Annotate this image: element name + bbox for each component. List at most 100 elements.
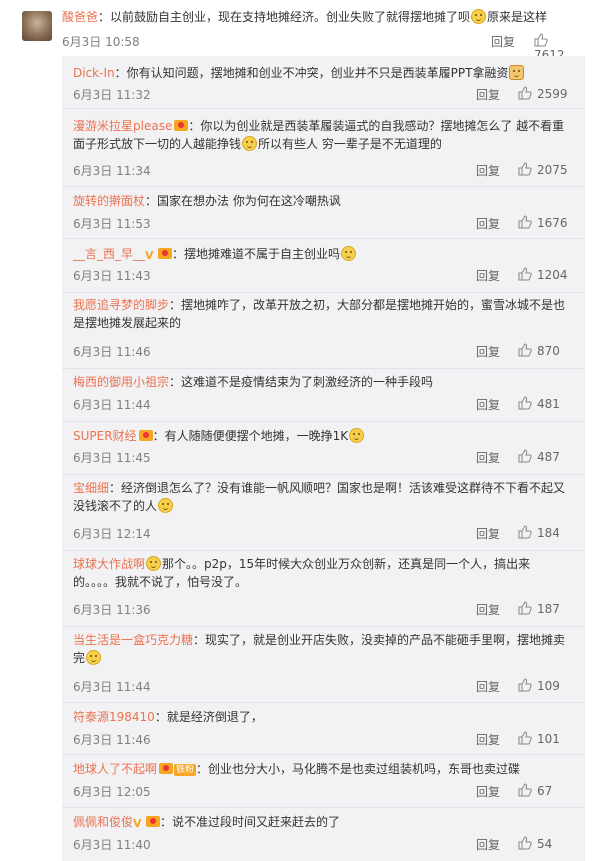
thumbs-up-icon (518, 162, 532, 176)
reply-meta: 6月3日 11:53 回复 1676 (73, 215, 578, 231)
username-link[interactable]: 球球大作战啊 (73, 557, 145, 571)
like-button[interactable]: 870 (518, 343, 560, 358)
reply-meta: 6月3日 12:14 回复 184 (73, 525, 578, 541)
username-link[interactable]: 漫游米拉星please (73, 119, 172, 133)
timestamp: 6月3日 11:44 (73, 398, 151, 412)
reply-button[interactable]: 回复 (476, 449, 500, 466)
reply-button[interactable]: 回复 (476, 396, 500, 413)
like-button[interactable]: 2599 (518, 86, 568, 101)
like-button[interactable]: 101 (518, 731, 560, 746)
laughing-tears-emoji-icon (86, 650, 102, 665)
timestamp: 6月3日 11:36 (73, 603, 151, 617)
like-button[interactable]: 1676 (518, 215, 568, 230)
reply-button[interactable]: 回复 (476, 343, 500, 360)
divider (62, 754, 585, 755)
username-link[interactable]: 地球人了不起啊 (73, 762, 157, 776)
reply-button[interactable]: 回复 (476, 267, 500, 284)
like-button[interactable]: 487 (518, 449, 560, 464)
thumbs-up-icon (518, 731, 532, 745)
reply-text: 我愿追寻梦的脚步：摆地摊咋了，改革开放之初，大部分都是摆地摊开始的，蜜雪冰城不是… (73, 298, 566, 330)
reply-meta: 6月3日 11:46 回复 101 (73, 731, 578, 747)
timestamp: 6月3日 11:43 (73, 269, 151, 283)
timestamp: 6月3日 12:14 (73, 527, 151, 541)
username-link[interactable]: 符泰源198410 (73, 710, 155, 724)
reply-text: 当生活是一盒巧克力糖：现实了，就是创业开店失败，没卖掉的产品不能砸手里啊，摆地摊… (73, 633, 566, 665)
reply-meta: 6月3日 12:05 回复 67 (73, 783, 578, 799)
username-link[interactable]: SUPER财经 (73, 429, 137, 443)
like-button[interactable]: 187 (518, 601, 560, 616)
like-button[interactable]: 109 (518, 678, 560, 693)
thumbs-up-icon (518, 215, 532, 229)
verified-badge-icon (158, 248, 173, 259)
thumbs-up-icon (518, 86, 532, 100)
avatar[interactable] (22, 11, 52, 41)
reply-button[interactable]: 回复 (491, 33, 515, 50)
vip-icon: V (145, 249, 154, 262)
divider (62, 626, 585, 627)
reply-text: 符泰源198410：就是经济倒退了， (73, 710, 263, 724)
thumbs-up-icon (518, 783, 532, 797)
username-link[interactable]: 梅西的御用小祖宗 (73, 375, 169, 389)
divider (62, 368, 585, 369)
reply-button[interactable]: 回复 (476, 783, 500, 800)
username-link[interactable]: __言_西_早__ (73, 247, 145, 261)
reply-button[interactable]: 回复 (476, 836, 500, 853)
divider (62, 474, 585, 475)
divider (62, 702, 585, 703)
reply-button[interactable]: 回复 (476, 678, 500, 695)
reply-button[interactable]: 回复 (476, 162, 500, 179)
cat-emoji-icon (509, 65, 525, 80)
divider (62, 807, 585, 808)
username-link[interactable]: Dick-In (73, 66, 115, 80)
reply-button[interactable]: 回复 (476, 215, 500, 232)
laughing-emoji-icon (341, 246, 357, 261)
verified-badge-icon (146, 816, 161, 827)
divider (62, 186, 585, 187)
main-comment-text: 酸爸爸：以前鼓励自主创业，现在支持地摊经济。创业失败了就得摆地摊了呗 原来是这样 (62, 9, 548, 24)
reply-text: 漫游米拉星please ：你以为创业就是西装革履装逼式的自我感动？摆地摊怎么了 越… (73, 119, 565, 151)
like-button[interactable]: 2075 (518, 162, 568, 177)
thumbs-up-icon (518, 601, 532, 615)
reply-text: SUPER财经 ：有人随随便便摆个地摊，一晚挣1K (73, 427, 573, 445)
doge-emoji-icon (471, 9, 487, 24)
reply-button[interactable]: 回复 (476, 525, 500, 542)
like-button[interactable]: 481 (518, 396, 560, 411)
reply-text: __言_西_早__V ：摆地摊难道不属于自主创业吗 (73, 245, 573, 263)
reply-meta: 6月3日 11:36 回复 187 (73, 601, 578, 617)
timestamp: 6月3日 11:45 (73, 451, 151, 465)
thumbs-up-icon (518, 678, 532, 692)
reply-button[interactable]: 回复 (476, 601, 500, 618)
username-link[interactable]: 我愿追寻梦的脚步 (73, 298, 169, 312)
thumbs-up-icon (518, 396, 532, 410)
reply-text: Dick-In：你有认知问题，摆地摊和创业不冲突，创业并不只是西装革履PPT拿融… (73, 64, 573, 82)
comment-meta: 6月3日 10:58 回复 7612 (62, 33, 582, 62)
reply-text: 宝细细：经济倒退怎么了？没有谁能一帆风顺吧？国家也是啊！活该难受这群待不下看不起… (73, 481, 566, 513)
reply-text: 球球大作战啊 那个。。p2p，15年时候大众创业万众创新，还真是同一个人，搞出来的… (73, 556, 531, 589)
username-link[interactable]: 宝细细 (73, 481, 109, 495)
timestamp: 6月3日 11:46 (73, 733, 151, 747)
like-button[interactable]: 1204 (518, 267, 568, 282)
timestamp: 6月3日 12:05 (73, 785, 151, 799)
like-button[interactable]: 67 (518, 783, 552, 798)
timestamp: 6月3日 11:34 (73, 164, 151, 178)
verified-badge-icon (159, 763, 174, 774)
verified-badge-icon (138, 430, 153, 441)
thumbs-up-icon (518, 836, 532, 850)
reply-button[interactable]: 回复 (476, 731, 500, 748)
reply-meta: 6月3日 11:46 回复 870 (73, 343, 578, 359)
timestamp: 6月3日 11:40 (73, 838, 151, 852)
reply-meta: 6月3日 11:34 回复 2075 (73, 162, 578, 178)
username-link[interactable]: 酸爸爸 (62, 10, 98, 24)
username-link[interactable]: 旋转的擀面杖 (73, 194, 145, 208)
doge-emoji-icon (146, 556, 162, 571)
like-button[interactable]: 184 (518, 525, 560, 540)
timestamp: 6月3日 11:46 (73, 345, 151, 359)
username-link[interactable]: 佩佩和俊俊 (73, 815, 133, 829)
username-link[interactable]: 当生活是一盒巧克力糖 (73, 633, 193, 647)
reply-text: 地球人了不起啊 铁粉 ：创业也分大小，马化腾不是也卖过组装机吗，东哥也卖过碟 (73, 762, 521, 776)
like-button[interactable]: 54 (518, 836, 552, 851)
replies-panel: Dick-In：你有认知问题，摆地摊和创业不冲突，创业并不只是西装革履PPT拿融… (62, 56, 585, 861)
reply-button[interactable]: 回复 (476, 86, 500, 103)
reply-text: 梅西的御用小祖宗：这难道不是疫情结束为了刺激经济的一种手段吗 (73, 375, 434, 389)
reply-meta: 6月3日 11:43 回复 1204 (73, 267, 578, 283)
